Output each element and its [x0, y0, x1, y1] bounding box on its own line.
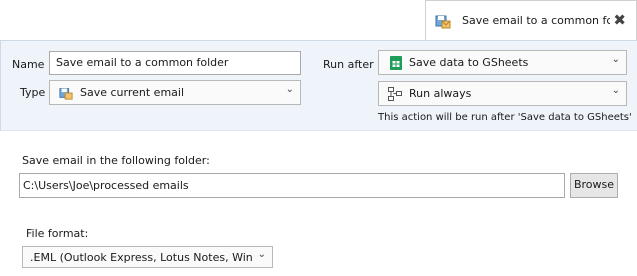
- run-condition-dropdown[interactable]: Run always ⌄: [378, 81, 627, 106]
- browse-button[interactable]: Browse: [570, 173, 618, 198]
- close-icon[interactable]: ✖: [613, 11, 626, 29]
- folder-path-input[interactable]: C:\Users\Joe\processed emails: [19, 173, 565, 198]
- save-email-icon: [435, 13, 451, 29]
- action-header-panel: Name Save email to a common folder Type …: [0, 40, 637, 131]
- flow-chart-icon: [388, 87, 402, 101]
- name-label: Name: [12, 58, 45, 71]
- chevron-down-icon: ⌄: [611, 85, 620, 96]
- chevron-down-icon: ⌄: [257, 249, 266, 260]
- run-after-value: Save data to GSheets: [409, 56, 529, 69]
- run-after-info-text: This action will be run after 'Save data…: [378, 112, 632, 123]
- type-value: Save current email: [80, 86, 185, 99]
- file-format-dropdown[interactable]: .EML (Outlook Express, Lotus Notes, Wind…: [22, 246, 273, 268]
- name-input[interactable]: Save email to a common folder: [49, 51, 301, 75]
- chevron-down-icon: ⌄: [285, 84, 294, 95]
- google-sheets-icon: [390, 56, 404, 70]
- tab-save-email[interactable]: Save email to a common fc ✖: [425, 0, 637, 40]
- run-after-label: Run after: [323, 58, 374, 71]
- folder-label: Save email in the following folder:: [22, 154, 210, 167]
- tab-title: Save email to a common fc: [462, 14, 610, 27]
- file-format-label: File format:: [26, 227, 89, 240]
- type-label: Type: [20, 86, 46, 99]
- save-email-icon: [59, 86, 73, 100]
- type-dropdown[interactable]: Save current email ⌄: [49, 80, 301, 105]
- file-format-value: .EML (Outlook Express, Lotus Notes, Wind…: [30, 251, 252, 264]
- run-after-dropdown[interactable]: Save data to GSheets ⌄: [378, 50, 627, 75]
- chevron-down-icon: ⌄: [611, 54, 620, 65]
- run-condition-value: Run always: [409, 87, 472, 100]
